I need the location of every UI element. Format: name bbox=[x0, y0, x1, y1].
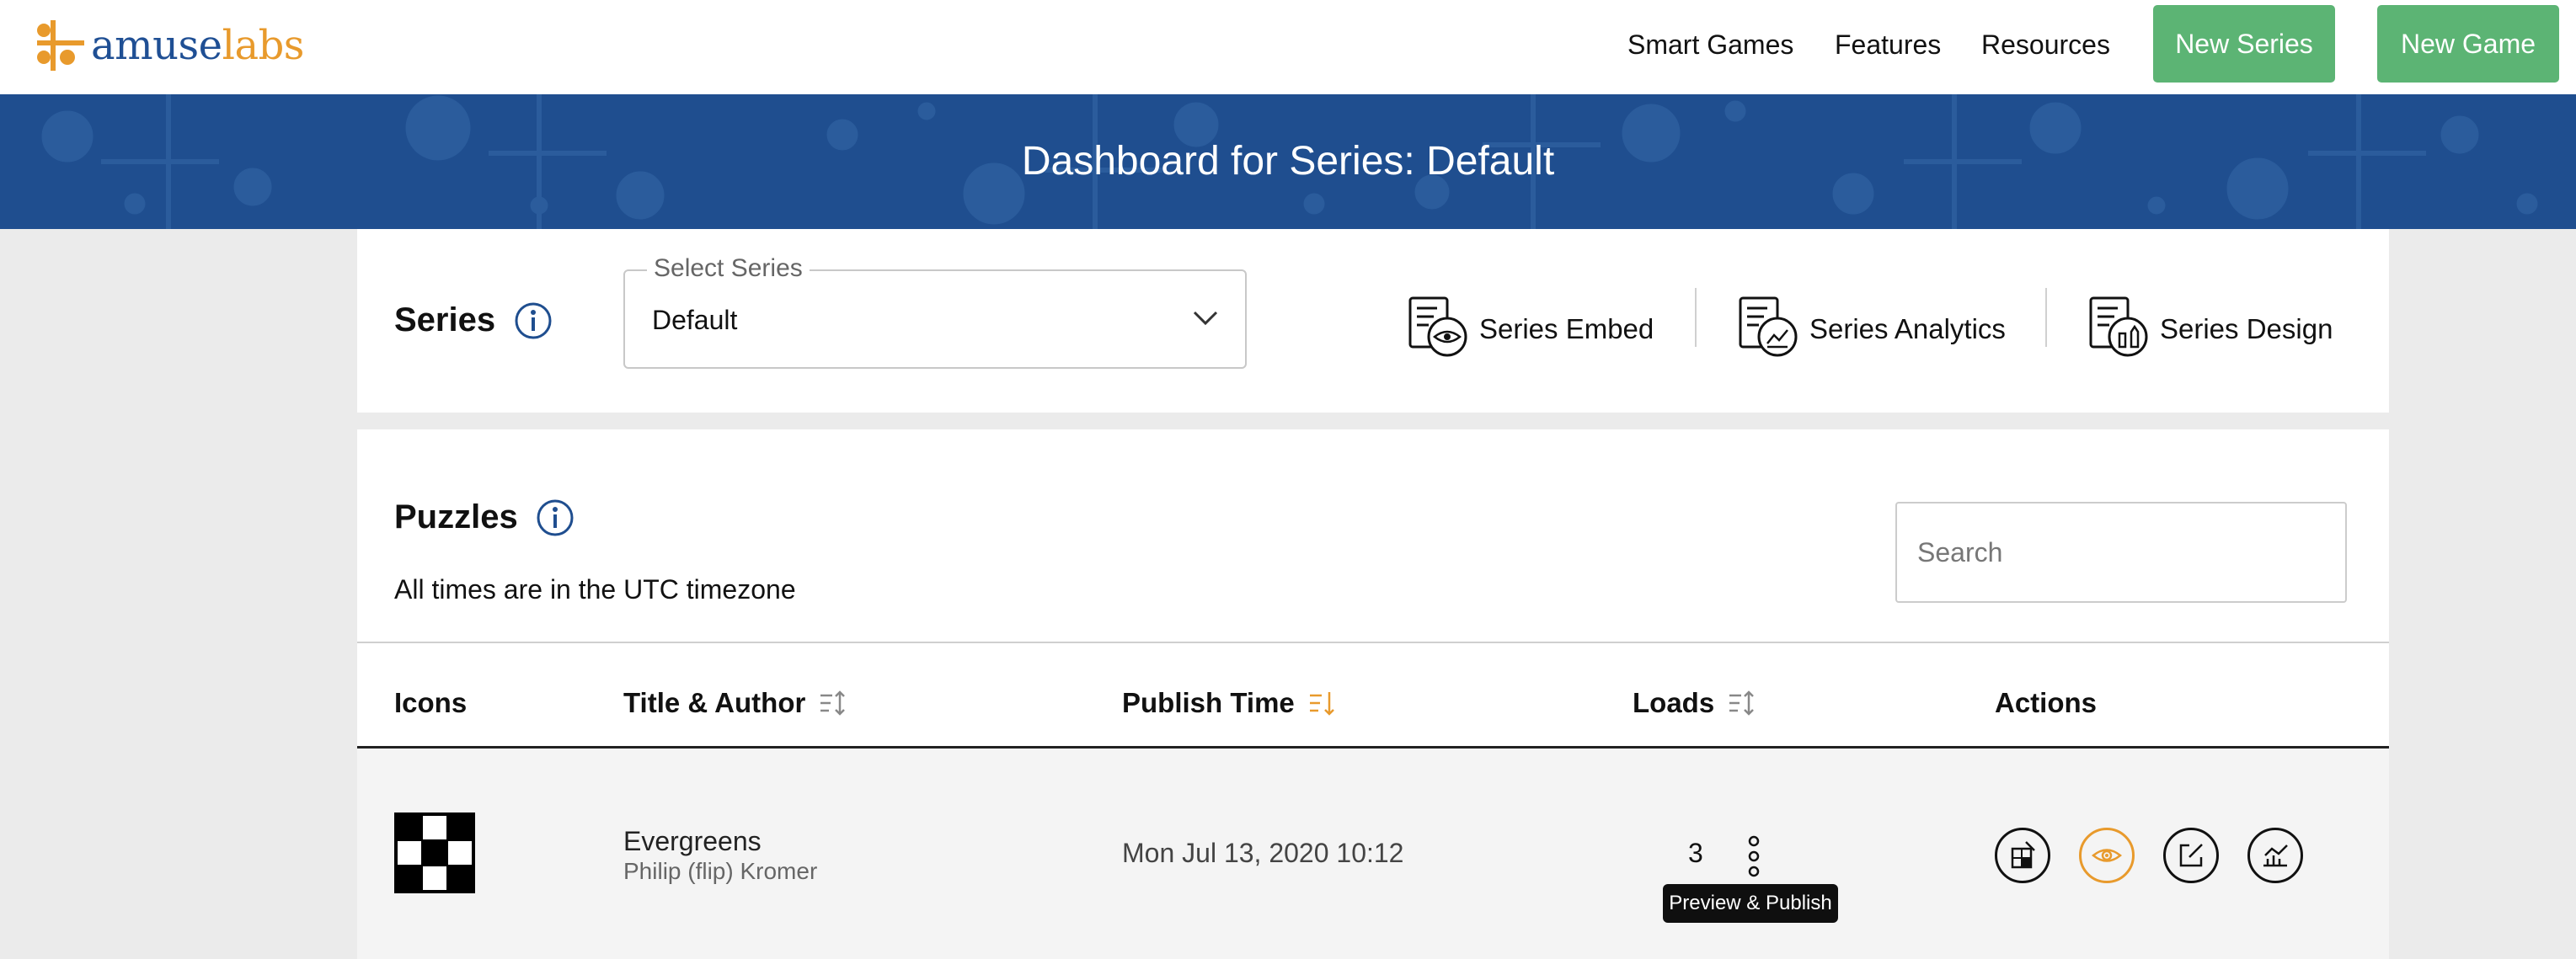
column-header-label: Icons bbox=[394, 687, 468, 718]
page-title: Dashboard for Series: Default bbox=[1021, 139, 1555, 184]
nav-smart-games[interactable]: Smart Games bbox=[1627, 29, 1793, 61]
preview-publish-button[interactable] bbox=[2079, 828, 2135, 883]
sort-icon bbox=[820, 690, 846, 716]
puzzles-info-icon[interactable] bbox=[536, 498, 575, 537]
analytics-button[interactable] bbox=[2247, 828, 2303, 883]
divider bbox=[1695, 288, 1697, 347]
series-embed-icon bbox=[1407, 295, 1471, 363]
series-analytics-icon bbox=[1737, 295, 1801, 363]
analytics-chart-icon bbox=[2263, 844, 2288, 867]
search-input[interactable] bbox=[1895, 502, 2347, 603]
series-info-icon[interactable] bbox=[514, 301, 553, 340]
series-analytics-label: Series Analytics bbox=[1809, 312, 2006, 344]
preview-publish-tooltip: Preview & Publish bbox=[1663, 884, 1838, 923]
amuselabs-logo[interactable]: amuselabs bbox=[37, 20, 304, 71]
select-series-value: Default bbox=[652, 305, 738, 335]
column-header-label: Actions bbox=[1995, 687, 2098, 718]
logo-mark-icon bbox=[37, 20, 84, 71]
table-row[interactable]: Evergreens Philip (flip) Kromer Mon Jul … bbox=[357, 749, 2389, 959]
timezone-note: All times are in the UTC timezone bbox=[394, 574, 796, 605]
edit-details-button[interactable] bbox=[2163, 828, 2219, 883]
logo-text-labs: labs bbox=[222, 22, 305, 69]
nav-resources[interactable]: Resources bbox=[1981, 29, 2110, 61]
puzzle-author: Philip (flip) Kromer bbox=[623, 858, 818, 884]
column-header-label: Publish Time bbox=[1122, 687, 1295, 718]
logo-wordmark: amuselabs bbox=[91, 22, 304, 69]
series-design-button[interactable]: Series Design bbox=[2087, 295, 2333, 363]
new-game-button[interactable]: New Game bbox=[2377, 5, 2559, 83]
nav-features[interactable]: Features bbox=[1835, 29, 1941, 61]
puzzles-heading: Puzzles bbox=[394, 498, 518, 535]
chevron-down-icon bbox=[1191, 303, 1220, 336]
logo-text-amuse: amuse bbox=[91, 22, 222, 69]
preview-eye-icon bbox=[2092, 849, 2122, 862]
series-analytics-button[interactable]: Series Analytics bbox=[1737, 295, 2006, 363]
series-embed-label: Series Embed bbox=[1479, 312, 1654, 344]
divider bbox=[357, 642, 2389, 643]
column-header-publish-time[interactable]: Publish Time bbox=[1122, 687, 1337, 719]
page-banner: Dashboard for Series: Default bbox=[0, 94, 2576, 229]
column-header-actions: Actions bbox=[1995, 687, 2097, 719]
column-header-title-author[interactable]: Title & Author bbox=[623, 687, 847, 719]
loads-count: 3 bbox=[1688, 838, 1703, 868]
series-embed-button[interactable]: Series Embed bbox=[1407, 295, 1654, 363]
series-design-icon bbox=[2087, 295, 2151, 363]
column-header-loads[interactable]: Loads bbox=[1633, 687, 1756, 719]
select-series-dropdown[interactable]: Select Series Default bbox=[623, 254, 1247, 369]
sort-desc-icon bbox=[1309, 692, 1334, 716]
divider bbox=[2045, 288, 2047, 347]
top-navigation: amuselabs Smart Games Features Resources… bbox=[0, 0, 2576, 94]
column-header-label: Loads bbox=[1633, 687, 1715, 718]
kebab-menu-icon[interactable] bbox=[1739, 833, 1769, 884]
edit-icon bbox=[2179, 844, 2203, 867]
publish-time: Mon Jul 13, 2020 10:12 bbox=[1122, 838, 1404, 868]
column-header-label: Title & Author bbox=[623, 687, 806, 718]
new-series-button[interactable]: New Series bbox=[2153, 5, 2335, 83]
series-design-label: Series Design bbox=[2160, 312, 2333, 344]
crossword-thumbnail-icon bbox=[394, 812, 475, 893]
series-panel: Series Select Series Default Series Embe… bbox=[357, 229, 2389, 413]
series-heading: Series bbox=[394, 301, 496, 338]
select-series-label: Select Series bbox=[647, 254, 810, 283]
sort-icon bbox=[1729, 690, 1755, 716]
edit-crossword-button[interactable] bbox=[1995, 828, 2050, 883]
puzzles-panel: Puzzles All times are in the UTC timezon… bbox=[357, 429, 2389, 959]
crossword-edit-icon bbox=[2011, 841, 2035, 869]
column-header-icons: Icons bbox=[394, 687, 467, 719]
puzzle-title[interactable]: Evergreens bbox=[623, 826, 762, 857]
